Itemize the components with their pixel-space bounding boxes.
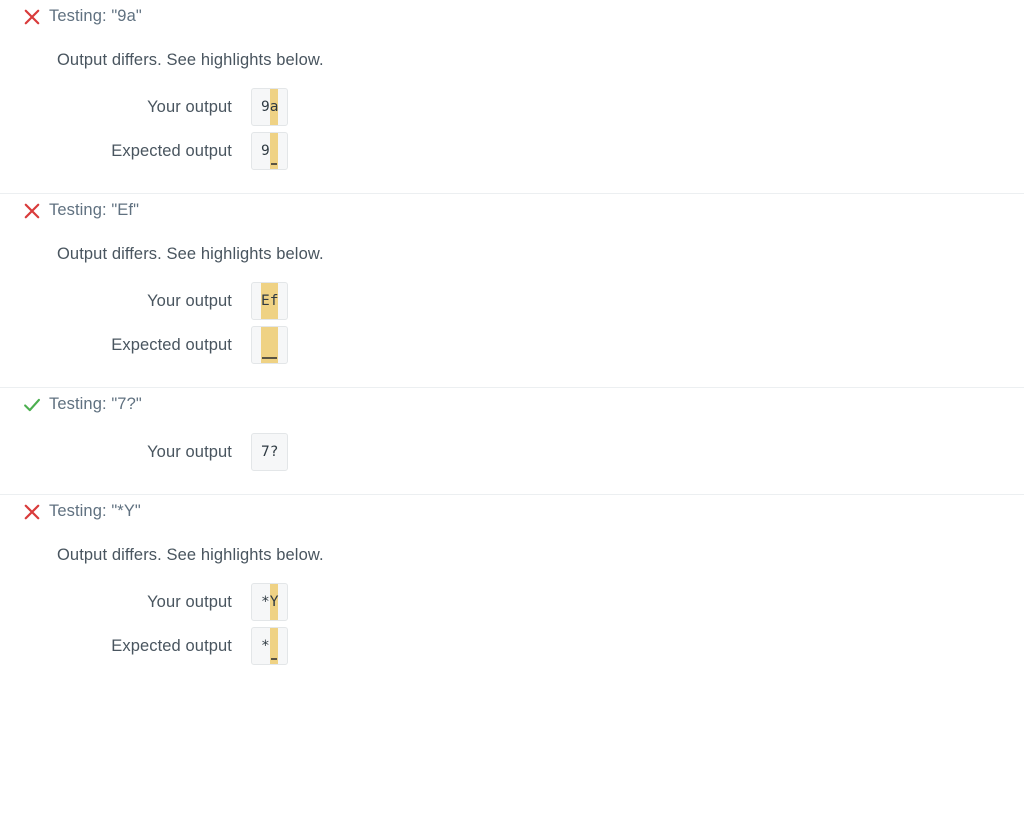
diff-message: Output differs. See highlights below. <box>0 28 1024 71</box>
diff-highlight: Ef <box>261 283 278 319</box>
test-case: Testing: "7?" Your output 7? <box>0 387 1024 494</box>
test-case-header: Testing: "7?" <box>0 388 1024 416</box>
output-value-box: Ef <box>251 282 288 320</box>
test-case-header: Testing: "Ef" <box>0 194 1024 222</box>
output-label: Expected output <box>0 334 232 356</box>
test-case: Testing: "9a"Output differs. See highlig… <box>0 0 1024 193</box>
output-label: Your output <box>0 591 232 613</box>
diff-message: Output differs. See highlights below. <box>0 523 1024 566</box>
test-case-header: Testing: "9a" <box>0 0 1024 28</box>
check-icon <box>21 394 43 416</box>
test-case-title: Testing: "*Y" <box>49 500 141 522</box>
output-row-expected: Expected output 9 <box>0 129 1024 173</box>
diff-highlight-blank <box>270 628 279 664</box>
output-row-your: Your output Ef <box>0 279 1024 323</box>
output-value-box: *Y <box>251 583 288 621</box>
output-label: Your output <box>0 96 232 118</box>
output-chars: * <box>261 628 270 664</box>
test-case-title: Testing: "Ef" <box>49 199 139 221</box>
output-value-box <box>251 326 288 364</box>
diff-message: Output differs. See highlights below. <box>0 222 1024 265</box>
output-text: *Y <box>261 584 278 620</box>
test-case-outputs: Your output 7? <box>0 416 1024 494</box>
output-text: * <box>261 628 278 664</box>
output-text: 9a <box>261 89 278 125</box>
output-text: Ef <box>261 283 278 319</box>
output-value-box: 7? <box>251 433 288 471</box>
output-chars: 9 <box>261 89 270 125</box>
output-value-box: 9a <box>251 88 288 126</box>
output-value-box: * <box>251 627 288 665</box>
output-row-your: Your output 9a <box>0 85 1024 129</box>
x-icon <box>21 501 43 523</box>
output-label: Your output <box>0 290 232 312</box>
output-row-expected: Expected output * <box>0 624 1024 668</box>
output-label: Your output <box>0 441 232 463</box>
diff-highlight: Y <box>270 584 279 620</box>
output-label: Expected output <box>0 140 232 162</box>
output-text: 7? <box>261 434 278 470</box>
output-chars: 7? <box>261 434 278 470</box>
output-chars: 9 <box>261 133 270 169</box>
test-case: Testing: "*Y"Output differs. See highlig… <box>0 494 1024 688</box>
output-row-your: Your output *Y <box>0 580 1024 624</box>
output-value-box: 9 <box>251 132 288 170</box>
x-icon <box>21 6 43 28</box>
output-text: 9 <box>261 133 278 169</box>
output-chars: * <box>261 584 270 620</box>
test-case: Testing: "Ef"Output differs. See highlig… <box>0 193 1024 387</box>
test-case-title: Testing: "7?" <box>49 393 142 415</box>
test-case-outputs: Your output 9a Expected output 9 <box>0 71 1024 193</box>
test-case-title: Testing: "9a" <box>49 5 142 27</box>
test-case-outputs: Your output Ef Expected output <box>0 265 1024 387</box>
diff-highlight-blank <box>270 133 279 169</box>
output-text <box>261 327 278 363</box>
diff-highlight: a <box>270 89 279 125</box>
output-label: Expected output <box>0 635 232 657</box>
output-row-your: Your output 7? <box>0 430 1024 474</box>
diff-highlight-blank <box>261 327 278 363</box>
test-case-header: Testing: "*Y" <box>0 495 1024 523</box>
test-case-outputs: Your output *Y Expected output * <box>0 566 1024 688</box>
x-icon <box>21 200 43 222</box>
output-row-expected: Expected output <box>0 323 1024 367</box>
test-results-list: Testing: "9a"Output differs. See highlig… <box>0 0 1024 688</box>
